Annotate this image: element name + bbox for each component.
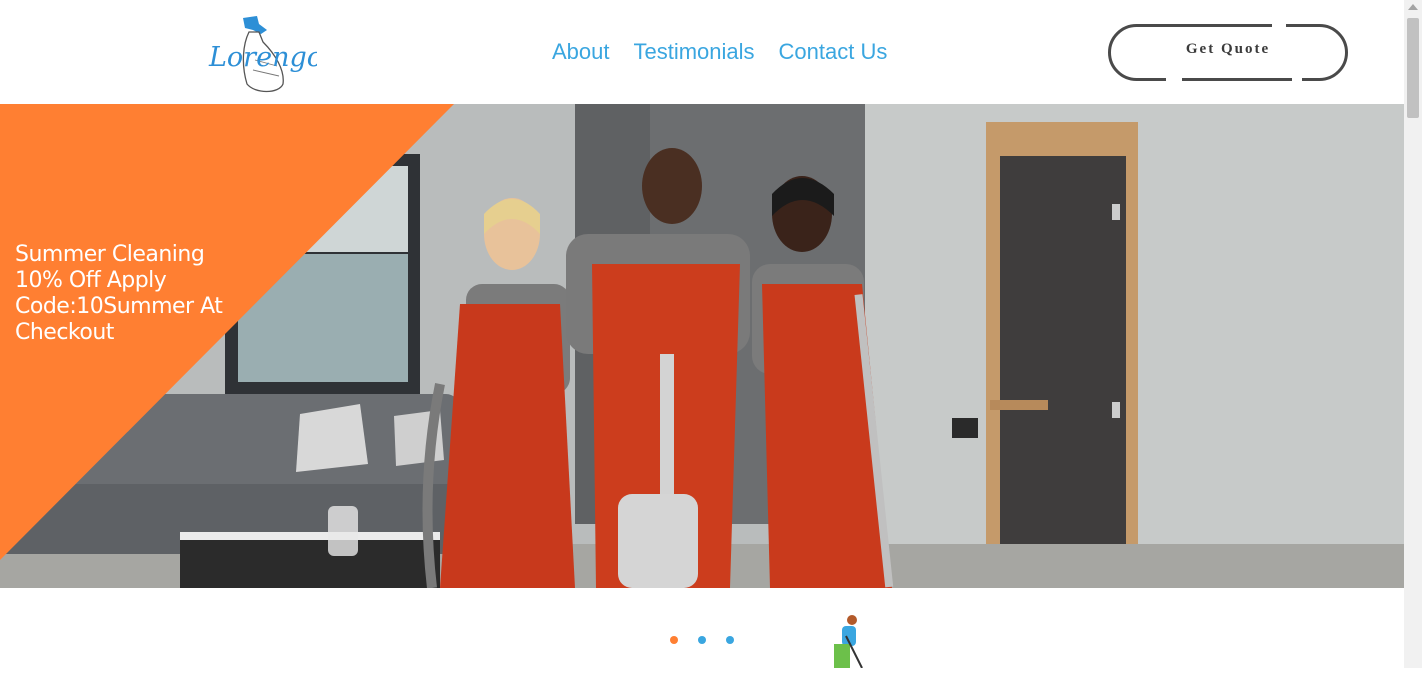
spray-bottle-logo-icon: Lorengos <box>208 16 317 93</box>
page-scrollbar[interactable] <box>1404 0 1422 668</box>
scroll-thumb[interactable] <box>1407 18 1419 118</box>
button-decoration <box>1166 76 1182 82</box>
promo-text: Summer Cleaning 10% Off Apply Code:10Sum… <box>15 242 223 345</box>
cleaner-mascot <box>822 612 866 669</box>
nav-about[interactable]: About <box>552 38 610 66</box>
slider-dots <box>670 636 754 644</box>
site-header: Lorengos About Testimonials Contact Us G… <box>0 0 1404 104</box>
main-nav: About Testimonials Contact Us <box>552 38 911 66</box>
slider-dot-1[interactable] <box>670 636 678 644</box>
hero-banner: Summer Cleaning 10% Off Apply Code:10Sum… <box>0 104 1404 588</box>
button-decoration <box>1292 76 1302 82</box>
slider-dot-2[interactable] <box>698 636 706 644</box>
button-decoration <box>1272 22 1286 28</box>
cleaning-team-photo <box>0 104 1404 588</box>
cleaner-illustration-icon <box>834 615 863 669</box>
slider-dot-3[interactable] <box>726 636 734 644</box>
brand-logo[interactable]: Lorengos <box>205 14 317 94</box>
scroll-up-arrow-icon[interactable] <box>1408 4 1418 10</box>
nav-testimonials[interactable]: Testimonials <box>634 38 755 66</box>
get-quote-button[interactable]: Get Quote <box>1108 24 1348 81</box>
svg-text:Lorengos: Lorengos <box>208 42 317 73</box>
get-quote-label: Get Quote <box>1185 41 1271 57</box>
nav-contact-us[interactable]: Contact Us <box>779 38 888 66</box>
